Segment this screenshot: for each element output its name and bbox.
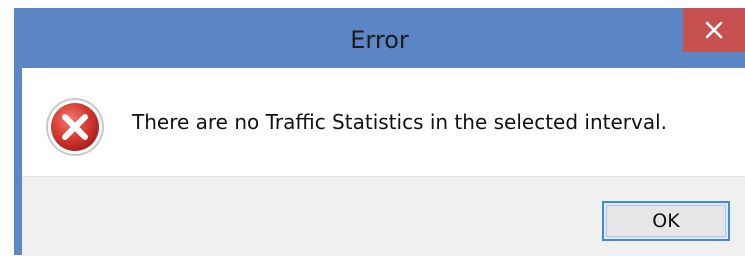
error-icon <box>46 98 104 156</box>
error-dialog: Error There are no Traffic Statistics in… <box>14 8 745 256</box>
title-bar: Error <box>14 8 745 68</box>
close-icon <box>705 21 723 39</box>
button-bar: OK <box>22 176 745 256</box>
ok-button[interactable]: OK <box>602 201 730 241</box>
error-message: There are no Traffic Statistics in the s… <box>132 110 667 134</box>
dialog-title: Error <box>350 26 409 54</box>
close-button[interactable] <box>683 8 745 52</box>
dialog-content: There are no Traffic Statistics in the s… <box>22 68 745 176</box>
